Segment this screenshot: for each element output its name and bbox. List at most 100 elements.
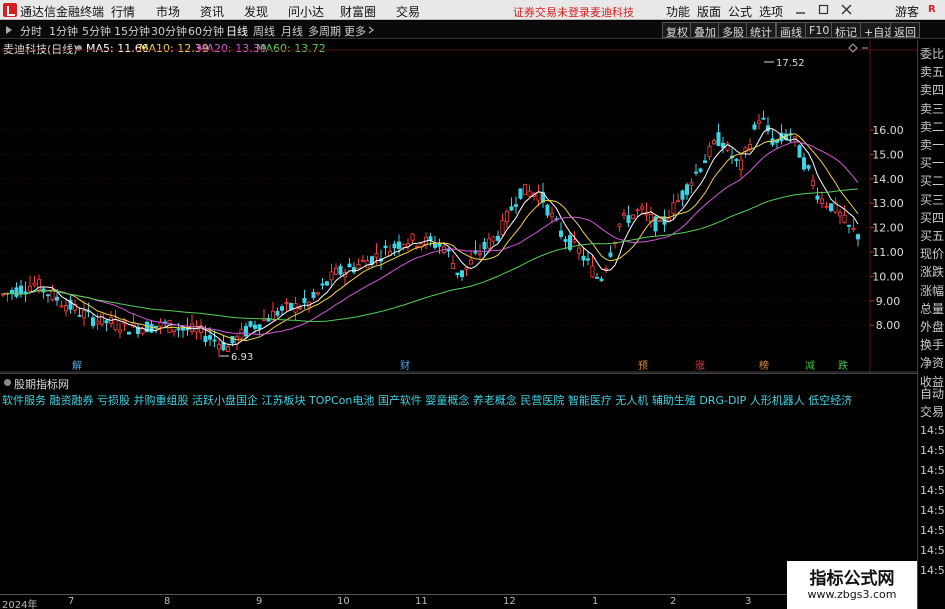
overlay-button[interactable]: 叠加 bbox=[690, 22, 720, 39]
quote-label: 卖三 bbox=[920, 101, 945, 116]
period-monthly[interactable]: 月线 bbox=[281, 23, 303, 39]
menu-news[interactable]: 资讯 bbox=[200, 3, 224, 20]
candle-down bbox=[207, 335, 212, 340]
candle-up bbox=[189, 323, 194, 332]
draw-line-button[interactable]: 画线 bbox=[776, 22, 806, 39]
date-label: 9 bbox=[256, 596, 263, 607]
candle-down bbox=[581, 255, 586, 261]
f10-button[interactable]: F10 bbox=[805, 22, 834, 38]
quote-label: 委比 bbox=[920, 47, 945, 61]
date-label: 1 bbox=[592, 596, 599, 607]
quote-panel: 委比 卖五 卖四 卖三 卖二 卖一 买一 买二 买三 买四 买五 现价 涨跌 涨幅 总量 外盘 换手 净资 收益 自动… bbox=[917, 40, 945, 609]
user-label[interactable]: 游客 bbox=[895, 3, 919, 20]
tick-time: 14:5 bbox=[920, 424, 945, 437]
back-button[interactable]: 返回 bbox=[890, 22, 920, 39]
candle-up bbox=[450, 263, 455, 269]
candle-down bbox=[518, 188, 523, 199]
candle-down bbox=[127, 331, 132, 335]
candle-down bbox=[18, 285, 23, 295]
menu-ask[interactable]: 问小达 bbox=[288, 3, 324, 20]
candle-down bbox=[608, 252, 613, 257]
tick-time: 14:5 bbox=[920, 444, 945, 457]
menu-wealth-circle[interactable]: 财富圈 bbox=[340, 3, 376, 20]
diamond-icon[interactable] bbox=[848, 43, 858, 53]
menu-layout[interactable]: 版面 bbox=[697, 3, 721, 20]
minimize-icon[interactable] bbox=[795, 4, 806, 15]
auto-trade-label[interactable]: 自动 bbox=[920, 385, 944, 402]
indicator-title[interactable]: 股期指标网 bbox=[14, 376, 69, 392]
candle-up bbox=[667, 218, 672, 221]
candle-down bbox=[428, 236, 433, 241]
period-timeshare[interactable]: 分时 bbox=[20, 23, 42, 39]
candle-down bbox=[446, 249, 451, 252]
price-grid bbox=[0, 129, 870, 326]
candle-down bbox=[351, 267, 356, 273]
menu-market[interactable]: 市场 bbox=[156, 3, 180, 20]
chevron-right-icon[interactable] bbox=[367, 26, 375, 34]
menu-options[interactable]: 选项 bbox=[759, 3, 783, 20]
candle-up bbox=[410, 233, 415, 241]
statistics-button[interactable]: 统计 bbox=[746, 22, 776, 39]
candle-up bbox=[824, 205, 829, 208]
period-60min[interactable]: 60分钟 bbox=[188, 23, 224, 39]
candle-up bbox=[477, 253, 482, 256]
settings-circle-icon[interactable] bbox=[3, 378, 12, 387]
quote-label: 买二 bbox=[920, 174, 945, 189]
restore-rights-button[interactable]: 复权 bbox=[662, 22, 692, 39]
period-daily[interactable]: 日线 bbox=[226, 23, 248, 39]
menu-triangle-icon[interactable] bbox=[4, 25, 14, 35]
price-tick-label: 12.00 bbox=[872, 222, 904, 235]
period-30min[interactable]: 30分钟 bbox=[151, 23, 187, 39]
menu-function[interactable]: 功能 bbox=[666, 3, 690, 20]
candle-down bbox=[455, 272, 460, 276]
candle-up bbox=[851, 227, 856, 230]
candle-down bbox=[180, 328, 185, 331]
period-weekly[interactable]: 周线 bbox=[253, 23, 275, 39]
menu-discover[interactable]: 发现 bbox=[244, 3, 268, 20]
period-1min[interactable]: 1分钟 bbox=[49, 23, 78, 39]
candle-up bbox=[37, 278, 42, 292]
candle-up bbox=[523, 183, 528, 196]
candle-up bbox=[604, 268, 609, 270]
candle-down bbox=[311, 291, 316, 298]
candle-down bbox=[104, 320, 109, 324]
date-label: 8 bbox=[164, 596, 171, 607]
candle-up bbox=[486, 238, 491, 249]
period-15min[interactable]: 15分钟 bbox=[114, 23, 150, 39]
price-tick-label: 11.00 bbox=[872, 246, 904, 259]
candle-down bbox=[563, 239, 568, 242]
quote-label: 买三 bbox=[920, 192, 945, 207]
candle-down bbox=[243, 325, 248, 337]
candle-up bbox=[27, 285, 32, 292]
date-label: 2 bbox=[670, 596, 677, 607]
candle-down bbox=[856, 234, 861, 240]
candle-up bbox=[100, 313, 105, 325]
menu-formula[interactable]: 公式 bbox=[728, 3, 752, 20]
candle-up bbox=[59, 305, 64, 308]
period-5min[interactable]: 5分钟 bbox=[82, 23, 111, 39]
candlestick-chart[interactable]: 16.00 15.00 14.00 13.00 12.00 11.00 10.00 9.00 8… bbox=[0, 40, 917, 373]
current-stock-name: 麦迪科技 bbox=[590, 6, 634, 19]
candle-up bbox=[572, 239, 577, 243]
date-label: 2024年 bbox=[2, 600, 38, 609]
quote-label: 买四 bbox=[920, 210, 945, 225]
menu-trade[interactable]: 交易 bbox=[396, 3, 420, 20]
candle-up bbox=[689, 182, 694, 187]
candle-down bbox=[46, 294, 51, 297]
quote-label: 卖二 bbox=[920, 119, 945, 134]
candle-down bbox=[91, 317, 96, 326]
auto-trade-label[interactable]: 交易 bbox=[920, 403, 944, 420]
period-more[interactable]: 更多 bbox=[344, 23, 366, 39]
candle-up bbox=[95, 320, 100, 325]
candle-up bbox=[527, 190, 532, 197]
quote-label: 现价 bbox=[920, 247, 945, 262]
multi-stock-button[interactable]: 多股 bbox=[718, 22, 748, 39]
candle-down bbox=[230, 336, 235, 344]
close-icon[interactable] bbox=[841, 4, 852, 15]
period-multi[interactable]: 多周期 bbox=[308, 23, 341, 39]
candle-down bbox=[599, 278, 604, 281]
maximize-icon[interactable] bbox=[818, 4, 829, 15]
trade-login-status[interactable]: 证券交易未登录 bbox=[513, 4, 590, 20]
mark-button[interactable]: 标记 bbox=[831, 22, 861, 39]
menu-quotes[interactable]: 行情 bbox=[111, 3, 135, 20]
